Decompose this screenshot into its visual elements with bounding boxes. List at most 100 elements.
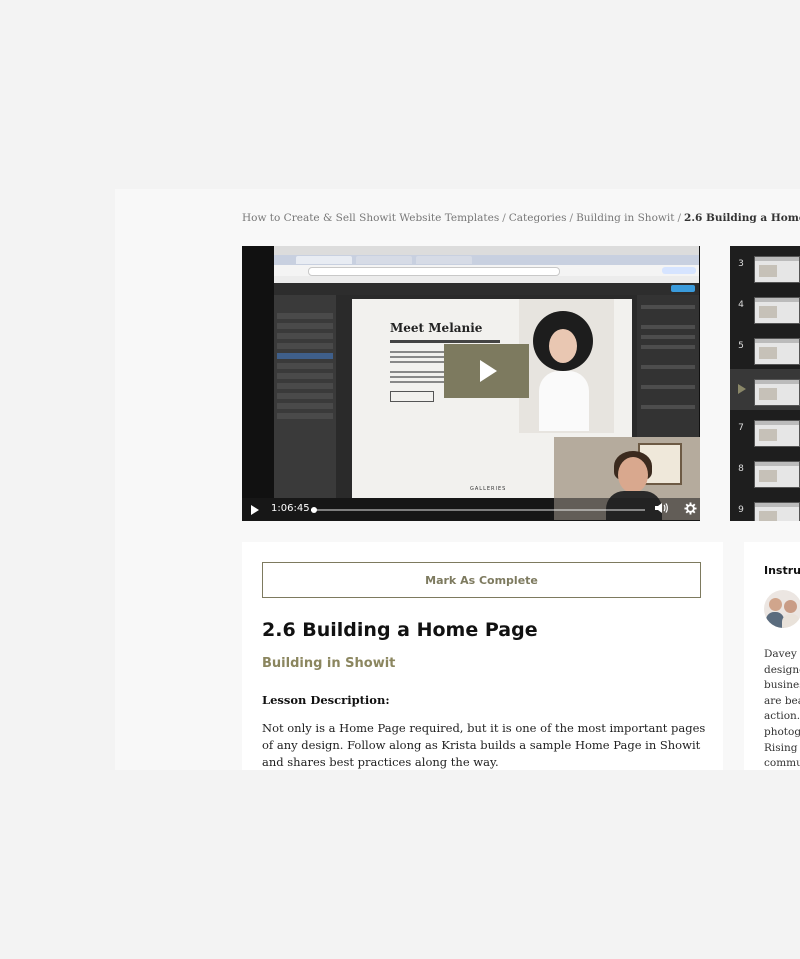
panel-row <box>277 373 333 379</box>
panel-row <box>277 323 333 329</box>
chapter-thumbnail[interactable]: 4 <box>730 287 800 328</box>
avatar-person-shirt <box>782 614 800 628</box>
chapter-preview-image <box>754 338 800 365</box>
breadcrumb-course-link[interactable]: How to Create & Sell Showit Website Temp… <box>242 212 499 224</box>
video-player[interactable]: Meet Melanie GALLERIES 1:06:45 <box>242 246 700 521</box>
video-progress-bar[interactable] <box>311 507 645 513</box>
canvas-subheading <box>390 340 500 343</box>
breadcrumb-separator: / <box>502 212 506 224</box>
chapter-thumbnail[interactable]: 8 <box>730 451 800 492</box>
instructor-bio: Davey ar designer business are beau action. … <box>764 647 800 770</box>
chapter-preview-image <box>754 502 800 521</box>
panel-row <box>277 333 333 339</box>
panel-row <box>641 365 695 369</box>
mark-complete-button[interactable]: Mark As Complete <box>262 562 701 598</box>
preview-block <box>759 265 777 277</box>
update-chrome-badge <box>662 267 696 274</box>
browser-tab <box>356 256 412 264</box>
presenter-face <box>618 457 648 493</box>
preview-block <box>759 470 777 482</box>
bookmarks-bar <box>274 276 699 283</box>
chapter-preview-image <box>754 256 800 283</box>
video-progress-knob[interactable] <box>311 507 318 513</box>
preview-block <box>759 388 777 400</box>
avatar-person-face <box>784 600 797 613</box>
panel-row <box>641 335 695 339</box>
video-time: 1:06:45 <box>271 503 310 514</box>
instructor-bio-line: Davey ar <box>764 648 800 660</box>
preview-bar <box>755 339 799 343</box>
portrait-face <box>549 329 577 363</box>
publish-button-preview <box>671 285 695 292</box>
instructor-bio-line: are beau <box>764 694 800 707</box>
instructor-bio-line: action. A <box>764 710 800 723</box>
instructor-bio-line: business <box>764 679 800 692</box>
preview-bar <box>755 298 799 302</box>
panel-row <box>277 343 333 349</box>
course-page: How to Create & Sell Showit Website Temp… <box>115 189 800 770</box>
now-playing-icon <box>738 384 746 394</box>
panel-row <box>277 403 333 409</box>
chapter-number: 7 <box>738 423 744 433</box>
video-controls: 1:06:45 <box>242 498 700 521</box>
browser-tab <box>416 256 472 264</box>
lesson-title: 2.6 Building a Home Page <box>262 619 538 641</box>
canvas-galleries-label: GALLERIES <box>470 486 507 492</box>
preview-bar <box>755 257 799 261</box>
canvas-heading: Meet Melanie <box>390 321 483 335</box>
chapter-preview-image <box>754 379 800 406</box>
panel-row <box>641 325 695 329</box>
chapter-preview-image <box>754 420 800 447</box>
panel-row <box>277 393 333 399</box>
instructor-bio-line: designer <box>764 663 800 676</box>
instructor-bio-line: photogra <box>764 725 800 738</box>
preview-block <box>759 429 777 441</box>
chapter-preview-image <box>754 461 800 488</box>
breadcrumb-current: 2.6 Building a Home Page <box>684 212 800 224</box>
chapter-number: 5 <box>738 341 744 351</box>
preview-block <box>759 511 777 521</box>
preview-bar <box>755 380 799 384</box>
lesson-category: Building in Showit <box>262 656 396 671</box>
instructor-bio-line: commun <box>764 757 800 770</box>
canvas-cta <box>390 391 434 402</box>
chapter-preview-image <box>754 297 800 324</box>
panel-row <box>277 313 333 319</box>
preview-block <box>759 347 777 359</box>
breadcrumb-categories-link[interactable]: Categories <box>509 212 567 224</box>
panel-row <box>277 383 333 389</box>
lesson-card: Mark As Complete 2.6 Building a Home Pag… <box>242 542 723 770</box>
avatar-person-face <box>769 598 782 611</box>
play-icon <box>480 360 497 382</box>
chapter-thumbnail[interactable]: 5 <box>730 328 800 369</box>
breadcrumb: How to Create & Sell Showit Website Temp… <box>242 212 800 224</box>
preview-block <box>759 306 777 318</box>
play-icon[interactable] <box>251 505 259 515</box>
instructor-avatar <box>764 590 800 628</box>
panel-row <box>277 413 333 419</box>
chapter-thumbnail[interactable] <box>730 369 800 410</box>
address-bar <box>308 267 560 276</box>
portrait-top <box>539 371 589 431</box>
lesson-description-label: Lesson Description: <box>262 693 390 707</box>
breadcrumb-separator: / <box>569 212 574 224</box>
chapter-number: 3 <box>738 259 744 269</box>
panel-row <box>277 363 333 369</box>
chapter-thumbnail[interactable]: 9 <box>730 492 800 521</box>
gear-icon[interactable] <box>682 502 698 518</box>
big-play-button[interactable] <box>444 344 529 398</box>
panel-row <box>641 385 695 389</box>
preview-bar <box>755 503 799 507</box>
browser-tabs <box>274 255 699 265</box>
panel-row <box>641 305 695 309</box>
mac-menu-bar <box>274 246 699 255</box>
chapter-thumbnail[interactable]: 3 <box>730 246 800 287</box>
canvas-portrait-image <box>519 299 614 433</box>
chapter-thumbnail[interactable]: 7 <box>730 410 800 451</box>
editor-left-panel <box>274 295 336 498</box>
breadcrumb-section-link[interactable]: Building in Showit <box>576 212 674 224</box>
volume-icon[interactable] <box>653 502 669 518</box>
chapter-number: 9 <box>738 505 744 515</box>
chapter-number: 4 <box>738 300 744 310</box>
instructor-bio-line: Rising Ti <box>764 741 800 754</box>
